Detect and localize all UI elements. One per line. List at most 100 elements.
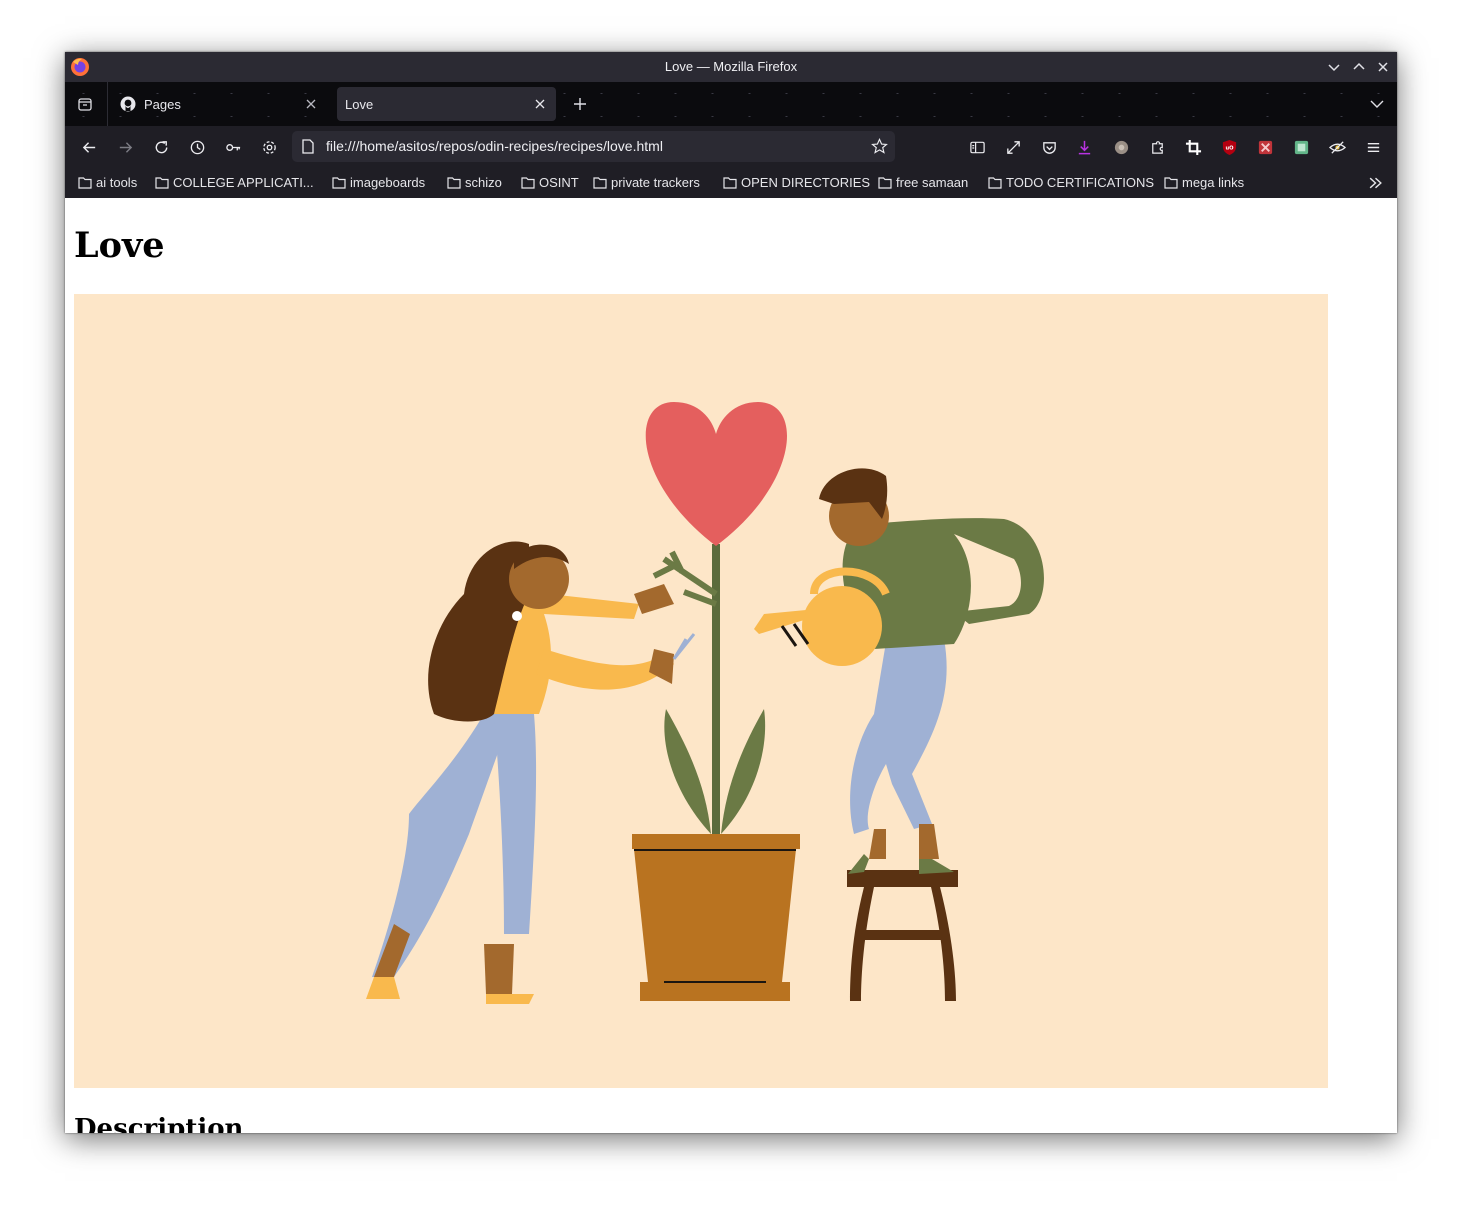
tab-label: Pages	[144, 96, 181, 112]
bookmark-label: private trackers	[611, 175, 700, 190]
bookmark-folder[interactable]: TODO CERTIFICATIONS	[988, 175, 1154, 190]
bookmark-label: imageboards	[350, 175, 426, 190]
page-icon	[302, 139, 314, 154]
bookmark-label: mega links	[1182, 175, 1245, 190]
chevron-up-icon	[1353, 62, 1365, 70]
arrow-right-icon	[119, 141, 132, 153]
window-title: Love — Mozilla Firefox	[664, 59, 798, 74]
bookmark-folder[interactable]: OPEN DIRECTORIES	[723, 175, 870, 190]
avatar-icon	[1114, 140, 1128, 154]
section-heading: Description	[74, 1114, 244, 1133]
browser-window: Love — Mozilla Firefox Pages Love file:/…	[65, 52, 1397, 1133]
github-icon	[120, 96, 136, 112]
bookmark-folder[interactable]: schizo	[447, 175, 502, 190]
chevron-down-icon	[1370, 100, 1384, 108]
chevron-down-icon	[1328, 64, 1340, 72]
sidebar-icon	[969, 141, 985, 153]
archive-icon	[78, 98, 92, 111]
reader-view-button[interactable]	[967, 137, 987, 157]
extension-green-button[interactable]	[1291, 137, 1311, 157]
passwords-button[interactable]	[223, 137, 243, 157]
plus-icon	[574, 98, 586, 110]
gear-icon	[262, 140, 276, 154]
tab-label: Love	[345, 96, 374, 112]
double-chevron-right-icon	[1369, 177, 1382, 189]
extension-icon	[1294, 140, 1308, 154]
close-icon	[1378, 62, 1388, 72]
bookmark-star-icon[interactable]	[871, 138, 888, 155]
svg-text:uO: uO	[1225, 145, 1234, 151]
more-bookmarks-button[interactable]	[1368, 176, 1387, 190]
tab-pages[interactable]: Pages	[111, 87, 327, 121]
pocket-button[interactable]	[1039, 137, 1059, 157]
extension-red-button[interactable]	[1255, 137, 1275, 157]
folder-icon	[988, 177, 1002, 189]
folder-icon	[1164, 177, 1178, 189]
navigation-toolbar: file:///home/asitos/repos/odin-recipes/r…	[65, 126, 1397, 168]
extension-icon	[1258, 140, 1272, 154]
app-menu-button[interactable]	[1363, 137, 1383, 157]
bookmark-folder[interactable]: ai tools	[78, 175, 137, 190]
bookmark-label: OSINT	[539, 175, 579, 190]
settings-button[interactable]	[259, 137, 279, 157]
bookmark-label: schizo	[465, 175, 502, 190]
close-window-button[interactable]	[1374, 58, 1392, 76]
key-icon	[225, 143, 240, 151]
url-text: file:///home/asitos/repos/odin-recipes/r…	[326, 138, 663, 154]
close-tab-icon[interactable]	[532, 96, 548, 112]
bookmark-label: ai tools	[96, 175, 138, 190]
tab-love[interactable]: Love	[337, 87, 556, 121]
screenshot-button[interactable]	[1183, 137, 1203, 157]
bookmark-folder[interactable]: free samaan	[878, 175, 968, 190]
folder-icon	[521, 177, 535, 189]
reload-button[interactable]	[151, 137, 171, 157]
eye-slash-icon	[1328, 140, 1346, 154]
bookmark-folder[interactable]: imageboards	[332, 175, 425, 190]
bookmark-folder[interactable]: private trackers	[593, 175, 700, 190]
page-content: Love Description	[65, 198, 1397, 1133]
puzzle-icon	[1151, 140, 1163, 154]
ublock-button[interactable]: uO	[1219, 137, 1239, 157]
folder-icon	[332, 177, 346, 189]
bookmark-label: COLLEGE APPLICATI...	[173, 175, 314, 190]
arrow-left-icon	[82, 141, 95, 153]
reload-icon	[155, 140, 167, 153]
folder-icon	[723, 177, 737, 189]
crop-icon	[1185, 139, 1201, 155]
bookmark-folder[interactable]: OSINT	[521, 175, 579, 190]
forward-button[interactable]	[115, 137, 135, 157]
back-button[interactable]	[79, 137, 99, 157]
download-icon	[1078, 140, 1090, 154]
bookmark-label: TODO CERTIFICATIONS	[1006, 175, 1155, 190]
extensions-button[interactable]	[1147, 137, 1167, 157]
folder-icon	[78, 177, 92, 189]
pocket-icon	[1042, 141, 1056, 154]
bookmark-folder[interactable]: mega links	[1164, 175, 1244, 190]
folder-icon	[447, 177, 461, 189]
shield-icon: uO	[1222, 139, 1236, 155]
tab-bar: Pages Love	[65, 82, 1397, 126]
clock-icon	[190, 140, 204, 154]
downloads-button[interactable]	[1074, 137, 1094, 157]
list-all-tabs-button[interactable]	[1367, 94, 1387, 114]
new-tab-button[interactable]	[570, 94, 590, 114]
page-title: Love	[74, 225, 165, 266]
bookmarks-toolbar: ai tools COLLEGE APPLICATI... imageboard…	[65, 168, 1397, 198]
fullscreen-button[interactable]	[1003, 137, 1023, 157]
extension-eye-button[interactable]	[1327, 137, 1347, 157]
folder-icon	[878, 177, 892, 189]
bookmark-label: OPEN DIRECTORIES	[741, 175, 871, 190]
bookmark-label: free samaan	[896, 175, 969, 190]
title-bar: Love — Mozilla Firefox	[65, 52, 1397, 82]
history-button[interactable]	[187, 137, 207, 157]
account-button[interactable]	[1111, 137, 1131, 157]
close-tab-icon[interactable]	[303, 96, 319, 112]
love-illustration	[74, 294, 1328, 1088]
bookmark-folder[interactable]: COLLEGE APPLICATI...	[155, 175, 314, 190]
firefox-view-button[interactable]	[75, 94, 95, 114]
url-bar[interactable]: file:///home/asitos/repos/odin-recipes/r…	[292, 131, 895, 162]
folder-icon	[593, 177, 607, 189]
minimize-button[interactable]	[1325, 58, 1343, 76]
maximize-button[interactable]	[1350, 58, 1368, 76]
hamburger-menu-icon	[1367, 142, 1379, 152]
